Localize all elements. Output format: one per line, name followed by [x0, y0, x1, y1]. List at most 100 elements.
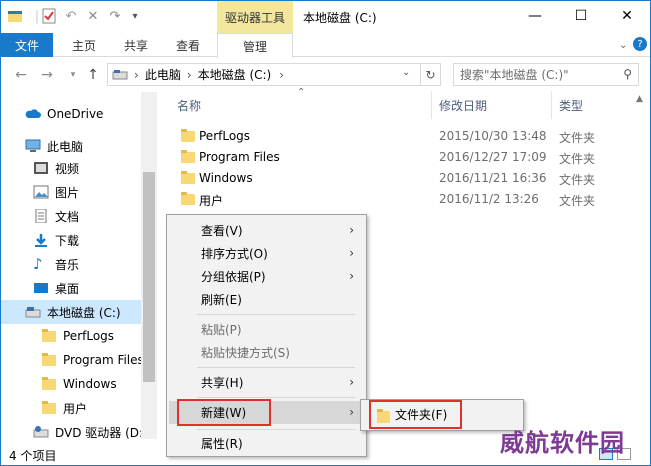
dvd-icon: [33, 425, 49, 439]
nav-label: OneDrive: [47, 107, 104, 121]
menu-label: 共享(H): [201, 376, 244, 390]
nav-item-music[interactable]: ♪ 音乐: [1, 252, 157, 276]
folder-icon: [181, 150, 195, 163]
submenu-arrow-icon: ›: [349, 246, 354, 260]
column-divider[interactable]: [551, 91, 552, 119]
undo-icon[interactable]: ↶: [61, 7, 81, 25]
address-bar[interactable]: › 此电脑 › 本地磁盘 (C:) › ⌄ ↻: [107, 63, 441, 86]
breadcrumb-this-pc[interactable]: 此电脑: [145, 66, 181, 83]
maximize-button[interactable]: ☐: [558, 1, 604, 31]
tab-home[interactable]: 主页: [59, 33, 109, 57]
nav-item-videos[interactable]: 视频: [1, 156, 157, 180]
watermark: 威航软件园: [500, 429, 625, 457]
folder-icon: [377, 409, 390, 423]
up-icon[interactable]: ↑: [83, 65, 103, 85]
submenu-arrow-icon: ›: [349, 269, 354, 283]
properties-icon[interactable]: [39, 7, 59, 25]
nav-label: 音乐: [55, 257, 80, 272]
file-row[interactable]: Windows 2016/11/21 16:36 文件夹: [169, 168, 609, 189]
column-header-date[interactable]: 修改日期: [439, 97, 487, 117]
nav-item-this-pc[interactable]: 此电脑: [1, 134, 157, 158]
folder-icon: [181, 171, 195, 184]
menu-item-share[interactable]: 共享(H) ›: [169, 371, 364, 394]
nav-item-perflogs[interactable]: PerfLogs: [1, 324, 157, 348]
breadcrumb-separator-icon: ›: [279, 67, 285, 82]
content-scrollbar[interactable]: ▲: [633, 92, 650, 439]
recent-locations-icon[interactable]: ▾: [63, 65, 83, 85]
search-input[interactable]: 搜索"本地磁盘 (C:)" ⚲: [453, 63, 639, 86]
nav-item-program-files[interactable]: Program Files: [1, 348, 157, 372]
nav-item-pictures[interactable]: 图片: [1, 180, 157, 204]
computer-icon: [25, 139, 41, 153]
nav-item-dvd-drive[interactable]: DVD 驱动器 (D:: [1, 420, 157, 444]
redo-icon[interactable]: ↷: [105, 7, 125, 25]
refresh-icon[interactable]: ↻: [420, 64, 440, 85]
menu-item-view[interactable]: 查看(V) ›: [169, 219, 364, 242]
nav-label: Windows: [63, 377, 117, 391]
menu-item-refresh[interactable]: 刷新(E): [169, 288, 364, 311]
documents-icon: [33, 208, 49, 224]
file-row[interactable]: 用户 2016/11/2 13:26 文件夹: [169, 189, 609, 210]
breadcrumb-local-disk[interactable]: 本地磁盘 (C:): [198, 66, 272, 83]
download-icon: [33, 233, 49, 247]
address-row: ← → ▾ ↑ › 此电脑 › 本地磁盘 (C:) › ⌄ ↻ 搜索"本地磁盘 …: [1, 58, 650, 92]
submenu-arrow-icon: ›: [349, 375, 354, 389]
file-row[interactable]: Program Files 2016/12/27 17:09 文件夹: [169, 147, 609, 168]
scroll-up-icon[interactable]: ▲: [636, 94, 643, 104]
column-header-type[interactable]: 类型: [559, 97, 583, 117]
nav-label: 下载: [55, 233, 80, 248]
menu-item-properties[interactable]: 属性(R): [169, 432, 364, 455]
customize-toolbar-icon[interactable]: ▾: [125, 7, 145, 25]
tab-view[interactable]: 查看: [163, 33, 213, 57]
back-icon[interactable]: ←: [11, 65, 31, 85]
address-dropdown-icon[interactable]: ⌄: [402, 67, 410, 78]
menu-item-group[interactable]: 分组依据(P) ›: [169, 265, 364, 288]
tab-share[interactable]: 共享: [111, 33, 161, 57]
title-bar: | ↶ ✕ ↷ ▾ 驱动器工具 本地磁盘 (C:) — ☐ ✕: [1, 1, 650, 33]
menu-label: 排序方式(O): [201, 247, 268, 261]
nav-item-downloads[interactable]: 下载: [1, 228, 157, 252]
nav-scrollbar-thumb[interactable]: [143, 172, 155, 382]
column-header-name[interactable]: 名称: [177, 97, 201, 117]
file-type: 文件夹: [559, 194, 596, 208]
nav-item-local-disk[interactable]: 本地磁盘 (C:): [1, 300, 141, 324]
column-divider[interactable]: [431, 91, 432, 119]
file-row[interactable]: PerfLogs 2015/10/30 13:48 文件夹: [169, 126, 609, 147]
nav-item-onedrive[interactable]: OneDrive: [1, 102, 157, 126]
menu-item-new-folder[interactable]: 文件夹(F): [369, 400, 462, 429]
expand-ribbon-icon[interactable]: ⌄: [619, 37, 631, 53]
minimize-button[interactable]: —: [512, 1, 558, 31]
folder-icon: [181, 129, 195, 142]
nav-item-windows[interactable]: Windows: [1, 372, 157, 396]
tab-file[interactable]: 文件: [1, 33, 53, 57]
search-icon: ⚲: [623, 67, 632, 81]
folder-icon: [181, 192, 195, 205]
file-date: 2016/12/27 17:09: [439, 150, 547, 164]
menu-separator: [197, 429, 355, 430]
sort-ascending-icon: ⌃: [297, 87, 306, 98]
menu-separator: [197, 314, 355, 315]
nav-label: DVD 驱动器 (D:: [55, 425, 144, 440]
folder-icon: [41, 329, 57, 343]
forward-icon[interactable]: →: [37, 65, 57, 85]
file-date: 2016/11/2 13:26: [439, 192, 539, 206]
menu-label: 属性(R): [201, 437, 243, 451]
nav-item-desktop[interactable]: 桌面: [1, 276, 157, 300]
nav-label: 图片: [55, 185, 80, 200]
nav-item-documents[interactable]: 文档: [1, 204, 157, 228]
delete-icon[interactable]: ✕: [83, 7, 103, 25]
tab-manage[interactable]: 管理: [217, 33, 293, 58]
close-button[interactable]: ✕: [604, 1, 650, 31]
video-icon: [33, 161, 49, 175]
file-name: 用户: [199, 194, 224, 208]
nav-label: 此电脑: [47, 139, 84, 154]
nav-item-users[interactable]: 用户: [1, 396, 157, 420]
breadcrumb-separator-icon: ›: [186, 67, 192, 82]
window-title: 本地磁盘 (C:): [303, 11, 377, 25]
nav-label: 本地磁盘 (C:): [47, 305, 121, 320]
menu-label: 刷新(E): [201, 293, 242, 307]
pictures-icon: [33, 185, 49, 199]
file-type: 文件夹: [559, 173, 596, 187]
help-icon[interactable]: ?: [633, 37, 647, 51]
menu-item-sort[interactable]: 排序方式(O) ›: [169, 242, 364, 265]
